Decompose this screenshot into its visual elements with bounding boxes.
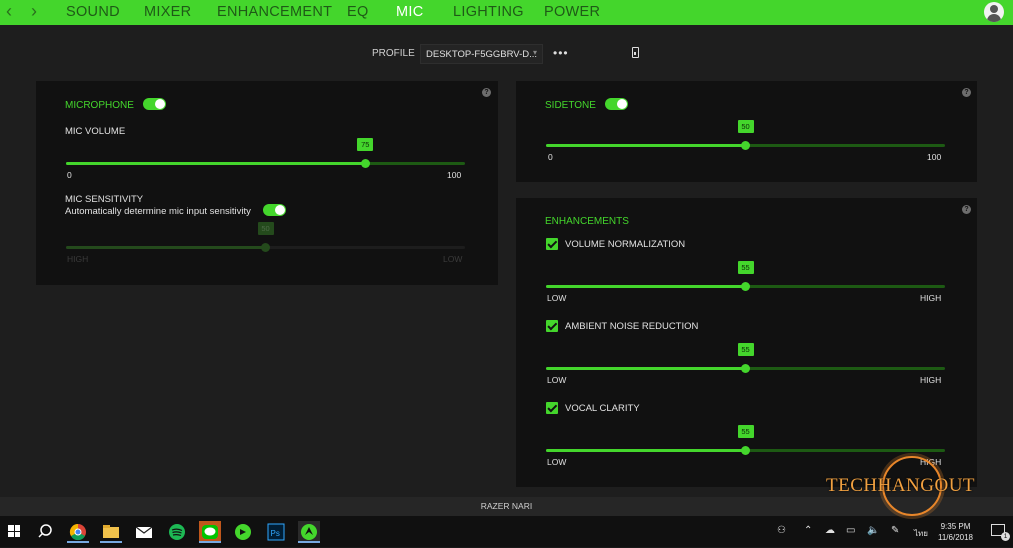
profile-value: DESKTOP-F5GGBRV-D... — [426, 49, 538, 60]
sidetone-panel: ? SIDETONE 50 0 100 — [516, 81, 977, 182]
volume-normalization-slider[interactable]: 55 — [546, 261, 945, 291]
tab-power[interactable]: POWER — [544, 3, 600, 21]
mic-volume-min: 0 — [67, 170, 72, 180]
ambient-noise-reduction-fill — [546, 367, 746, 370]
mic-sensitivity-fill — [66, 246, 266, 249]
chrome-icon[interactable] — [67, 521, 89, 543]
sidetone-slider[interactable]: 50 — [546, 120, 945, 150]
ambient-noise-reduction-max: HIGH — [920, 375, 942, 385]
tab-mic[interactable]: MIC — [396, 3, 423, 21]
help-icon[interactable]: ? — [482, 88, 491, 97]
forward-arrow-icon[interactable]: › — [31, 1, 37, 21]
razer-synapse-icon[interactable] — [298, 521, 320, 543]
auto-sensitivity-toggle[interactable] — [263, 204, 286, 216]
vocal-clarity-value: 55 — [737, 425, 754, 438]
techhangout-watermark-logo: TECHHANGOUT — [826, 456, 996, 526]
tab-sound[interactable]: SOUND — [66, 3, 120, 21]
profile-dropdown[interactable]: DESKTOP-F5GGBRV-D... ▾ — [420, 44, 543, 64]
ambient-noise-reduction-handle[interactable] — [741, 364, 750, 373]
vocal-clarity-min: LOW — [547, 457, 567, 467]
help-icon[interactable]: ? — [962, 205, 971, 214]
people-icon[interactable]: ⚇ — [777, 525, 786, 536]
microphone-title: MICROPHONE — [65, 100, 134, 111]
profile-label: PROFILE — [372, 48, 415, 59]
top-nav-bar: ‹ › SOUND MIXER ENHANCEMENT EQ MIC LIGHT… — [0, 0, 1013, 25]
volume-normalization-label: VOLUME NORMALIZATION — [565, 239, 686, 250]
help-icon[interactable]: ? — [962, 88, 971, 97]
notification-count: 1 — [1001, 532, 1010, 541]
windows-start-icon[interactable] — [8, 525, 20, 537]
sidetone-max: 100 — [927, 152, 942, 162]
photoshop-icon[interactable]: Ps — [265, 521, 287, 543]
mic-volume-fill — [66, 162, 366, 165]
vocal-clarity-slider[interactable]: 55 — [546, 425, 945, 455]
volume-normalization-checkbox[interactable] — [546, 238, 558, 250]
mic-volume-slider[interactable]: 75 — [66, 138, 465, 168]
volume-normalization-max: HIGH — [920, 293, 942, 303]
volume-normalization-fill — [546, 285, 746, 288]
tab-lighting[interactable]: LIGHTING — [453, 3, 524, 21]
volume-normalization-handle[interactable] — [741, 282, 750, 291]
clock-date: 11/6/2018 — [938, 533, 973, 542]
pen-icon[interactable]: ✎ — [891, 525, 899, 536]
sidetone-value: 50 — [737, 120, 754, 133]
sidetone-min: 0 — [548, 152, 553, 162]
mic-sensitivity-min: HIGH — [67, 254, 89, 264]
razer-cortex-icon[interactable] — [232, 521, 254, 543]
sidetone-title: SIDETONE — [545, 100, 596, 111]
svg-text:Ps: Ps — [271, 529, 280, 538]
vocal-clarity-fill — [546, 449, 746, 452]
ambient-noise-reduction-label: AMBIENT NOISE REDUCTION — [565, 321, 699, 332]
tab-eq[interactable]: EQ — [347, 3, 369, 21]
watermark-text: TECHHANGOUT — [826, 475, 976, 496]
mic-volume-max: 100 — [447, 170, 462, 180]
file-explorer-icon[interactable] — [100, 521, 122, 543]
sidetone-fill — [546, 144, 746, 147]
chevron-down-icon: ▾ — [532, 48, 537, 57]
back-arrow-icon[interactable]: ‹ — [6, 1, 12, 21]
user-avatar-icon[interactable] — [984, 2, 1004, 22]
spotify-icon[interactable] — [166, 521, 188, 543]
more-options-button[interactable]: ••• — [553, 46, 569, 60]
mic-volume-value: 75 — [357, 138, 374, 151]
enhancements-title: ENHANCEMENTS — [545, 216, 629, 227]
enhancements-panel: ? ENHANCEMENTS VOLUME NORMALIZATION 55 L… — [516, 198, 977, 487]
microphone-toggle[interactable] — [143, 98, 166, 110]
onedrive-icon[interactable]: ☁ — [825, 525, 835, 536]
tab-enhancement[interactable]: ENHANCEMENT — [217, 3, 332, 21]
tab-mixer[interactable]: MIXER — [144, 3, 191, 21]
mic-sensitivity-slider: 50 — [66, 222, 465, 252]
volume-normalization-value: 55 — [737, 261, 754, 274]
chevron-up-icon[interactable]: ⌃ — [804, 525, 812, 536]
ambient-noise-reduction-checkbox[interactable] — [546, 320, 558, 332]
sidetone-handle[interactable] — [741, 141, 750, 150]
mail-icon[interactable] — [133, 521, 155, 543]
mic-sensitivity-handle — [261, 243, 270, 252]
mic-volume-label: MIC VOLUME — [65, 126, 126, 137]
vocal-clarity-label: VOCAL CLARITY — [565, 403, 640, 414]
mic-sensitivity-value: 50 — [257, 222, 274, 235]
vocal-clarity-handle[interactable] — [741, 446, 750, 455]
vocal-clarity-checkbox[interactable] — [546, 402, 558, 414]
ambient-noise-reduction-slider[interactable]: 55 — [546, 343, 945, 373]
volume-icon[interactable]: 🔈 — [867, 525, 879, 536]
volume-normalization-min: LOW — [547, 293, 567, 303]
mic-sensitivity-label: MIC SENSITIVITY — [65, 194, 144, 205]
ambient-noise-reduction-value: 55 — [737, 343, 754, 356]
line-icon[interactable] — [199, 521, 221, 543]
mic-sensitivity-max: LOW — [443, 254, 463, 264]
mic-volume-handle[interactable] — [360, 159, 370, 168]
auto-sensitivity-label: Automatically determine mic input sensit… — [65, 206, 251, 217]
microphone-panel: ? MICROPHONE MIC VOLUME 75 0 100 MIC SEN… — [36, 81, 498, 285]
battery-icon — [632, 47, 639, 58]
search-icon[interactable] — [35, 521, 57, 543]
ambient-noise-reduction-min: LOW — [547, 375, 567, 385]
sidetone-toggle[interactable] — [605, 98, 628, 110]
battery-status-icon[interactable]: ▭ — [846, 525, 855, 536]
language-indicator[interactable]: ไทย — [914, 527, 928, 540]
